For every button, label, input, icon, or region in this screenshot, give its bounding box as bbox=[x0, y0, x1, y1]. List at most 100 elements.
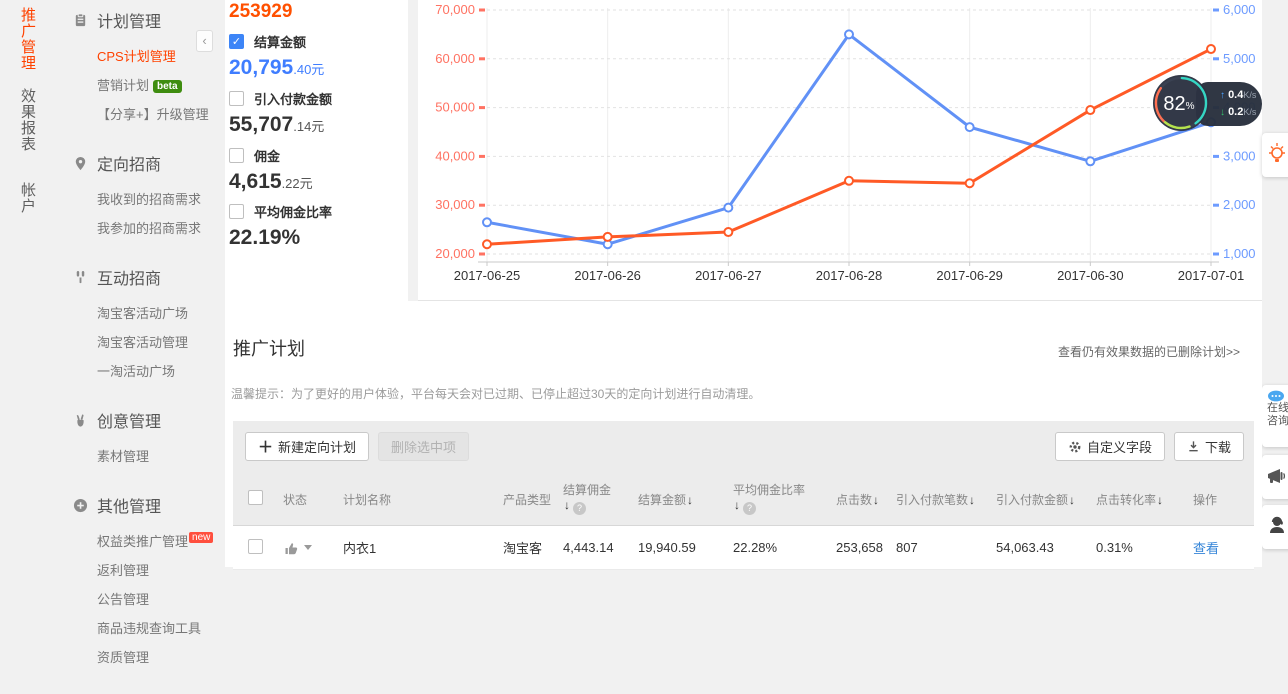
interact-icon bbox=[72, 269, 88, 285]
sidebar-item-announcement-manage[interactable]: 公告管理 bbox=[58, 584, 225, 613]
gear-icon bbox=[1069, 441, 1081, 452]
metric-value: 4,615 bbox=[229, 170, 282, 193]
metric-checkbox-pay-amount[interactable] bbox=[229, 91, 244, 106]
select-all-checkbox[interactable] bbox=[248, 490, 263, 505]
svg-text:1,000: 1,000 bbox=[1223, 246, 1256, 261]
col-cvr[interactable]: 点击转化率↓ bbox=[1096, 491, 1193, 508]
sidebar-group-other-header[interactable]: 其他管理 bbox=[58, 493, 225, 517]
svg-text:2017-06-30: 2017-06-30 bbox=[1057, 268, 1124, 283]
upload-arrow-icon: ↑ bbox=[1220, 90, 1225, 101]
svg-text:2017-06-27: 2017-06-27 bbox=[695, 268, 762, 283]
row-view-link[interactable]: 查看 bbox=[1193, 541, 1219, 556]
campaign-section: 推广计划 查看仍有效果数据的已删除计划>> 温馨提示：为了更好的用户体验，平台每… bbox=[225, 301, 1262, 570]
sort-desc-icon[interactable]: ↓ bbox=[564, 498, 570, 512]
sidebar-item-share-upgrade[interactable]: 【分享+】升级管理 bbox=[58, 99, 225, 128]
row-cvr: 0.31% bbox=[1096, 540, 1133, 555]
customer-service-button[interactable] bbox=[1262, 505, 1288, 549]
col-pay-orders[interactable]: 引入付款笔数↓ bbox=[896, 491, 996, 508]
col-avg-rate[interactable]: 平均佣金比率 ↓? bbox=[733, 483, 836, 515]
row-checkbox[interactable] bbox=[248, 538, 263, 554]
sidebar-item-rebate-manage[interactable]: 返利管理 bbox=[58, 555, 225, 584]
delete-selected-button[interactable]: 删除选中项 bbox=[378, 432, 470, 461]
performance-ring-widget[interactable]: 82% bbox=[1151, 73, 1211, 133]
metric-checkbox-commission[interactable] bbox=[229, 148, 244, 163]
sidebar-item-taoke-activity-manage[interactable]: 淘宝客活动管理 bbox=[58, 327, 225, 356]
help-icon[interactable]: ? bbox=[573, 502, 586, 515]
download-button[interactable]: 下载 bbox=[1173, 432, 1244, 461]
col-clicks[interactable]: 点击数↓ bbox=[836, 491, 896, 508]
sidebar-group-creative: 创意管理 素材管理 bbox=[58, 408, 225, 470]
sidebar-group-targeting-header[interactable]: 定向招商 bbox=[58, 151, 225, 175]
section-title: 推广计划 bbox=[233, 339, 305, 359]
sidebar-item-violation-query-tool[interactable]: 商品违规查询工具 bbox=[58, 613, 225, 642]
chat-cloud-icon bbox=[1268, 390, 1284, 402]
metric-checkbox-avg-rate[interactable] bbox=[229, 204, 244, 219]
sidebar-item-etao-activity-plaza[interactable]: 一淘活动广场 bbox=[58, 356, 225, 385]
row-plan-name[interactable]: 内衣1 bbox=[343, 538, 503, 557]
sidebar-item-taoke-activity-plaza[interactable]: 淘宝客活动广场 bbox=[58, 298, 225, 327]
sidebar-item-received-requests[interactable]: 我收到的招商需求 bbox=[58, 184, 225, 213]
help-icon[interactable]: ? bbox=[743, 502, 756, 515]
sidebar-group-targeting: 定向招商 我收到的招商需求 我参加的招商需求 bbox=[58, 151, 225, 242]
col-settle-commission[interactable]: 结算佣金 ↓? bbox=[563, 483, 638, 515]
deleted-plans-link[interactable]: 查看仍有效果数据的已删除计划>> bbox=[1058, 343, 1240, 360]
download-arrow-icon: ↓ bbox=[1220, 107, 1225, 118]
col-product-type[interactable]: 产品类型 bbox=[503, 491, 563, 508]
sort-desc-icon: ↓ bbox=[873, 492, 880, 507]
col-status[interactable]: 状态 bbox=[283, 491, 343, 508]
col-plan-name[interactable]: 计划名称 bbox=[343, 491, 503, 508]
svg-text:20,000: 20,000 bbox=[435, 246, 475, 261]
svg-text:50,000: 50,000 bbox=[435, 100, 475, 115]
sidebar-item-material-manage[interactable]: 素材管理 bbox=[58, 441, 225, 470]
col-settle-amount[interactable]: 结算金额↓ bbox=[638, 491, 733, 508]
thumb-up-icon bbox=[285, 542, 298, 554]
sidebar-item-marketing-plan[interactable]: 营销计划 beta bbox=[58, 70, 225, 99]
sidebar-item-rights-promotion[interactable]: 权益类推广管理 new bbox=[58, 526, 225, 555]
vnav-item-promotion[interactable]: 推广管理 bbox=[19, 7, 36, 71]
svg-text:40,000: 40,000 bbox=[435, 148, 475, 163]
download-speed: 0.2 bbox=[1228, 106, 1244, 118]
metric-checkbox-settle-amount[interactable]: ✓ bbox=[229, 34, 244, 49]
sidebar-group-plan-header[interactable]: 计划管理 bbox=[58, 8, 225, 32]
metric-pay-amount: 引入付款金额 55,707.14元 bbox=[229, 91, 333, 136]
svg-text:2017-06-29: 2017-06-29 bbox=[936, 268, 1003, 283]
row-product-type: 淘宝客 bbox=[503, 541, 543, 556]
metric-value: 55,707 bbox=[229, 113, 294, 136]
table-header-row: 状态 计划名称 产品类型 结算佣金 ↓? 结算金额↓ 平均佣金比率 ↓? 点击数… bbox=[233, 473, 1254, 526]
upload-speed: 0.4 bbox=[1228, 89, 1244, 101]
sidebar-item-qualification-manage[interactable]: 资质管理 bbox=[58, 642, 225, 671]
online-chat-label-line2: 咨询 bbox=[1267, 415, 1288, 427]
row-status-control[interactable] bbox=[283, 540, 343, 556]
col-action: 操作 bbox=[1193, 492, 1218, 507]
vnav-item-reports[interactable]: 效果报表 bbox=[19, 88, 36, 152]
sidebar-item-joined-requests[interactable]: 我参加的招商需求 bbox=[58, 213, 225, 242]
sidebar-group-creative-header[interactable]: 创意管理 bbox=[58, 408, 225, 432]
sort-desc-icon[interactable]: ↓ bbox=[734, 498, 740, 512]
new-badge: new bbox=[189, 532, 214, 543]
caret-down-icon bbox=[304, 545, 312, 550]
svg-text:5,000: 5,000 bbox=[1223, 51, 1256, 66]
tips-lightbulb-button[interactable] bbox=[1262, 133, 1288, 177]
svg-text:6,000: 6,000 bbox=[1223, 2, 1256, 17]
metric-commission: 佣金 4,615.22元 bbox=[229, 148, 313, 193]
col-pay-amount[interactable]: 引入付款金额↓ bbox=[996, 491, 1096, 508]
new-plan-button[interactable]: ＋新建定向计划 bbox=[245, 432, 370, 461]
metric-value: 20,795 bbox=[229, 56, 294, 79]
headset-person-icon bbox=[1270, 516, 1284, 533]
svg-text:2017-06-25: 2017-06-25 bbox=[454, 268, 521, 283]
online-chat-button[interactable]: 在线 咨询 bbox=[1262, 385, 1288, 447]
svg-text:30,000: 30,000 bbox=[435, 197, 475, 212]
online-chat-label-line1: 在线 bbox=[1267, 402, 1288, 414]
table-toolbar: ＋新建定向计划 删除选中项 自定义字段 下载 bbox=[233, 421, 1254, 473]
announcement-button[interactable] bbox=[1262, 455, 1288, 499]
trend-line-chart[interactable]: 20,0001,00030,0002,00040,0003,00050,0004… bbox=[418, 0, 1262, 301]
sidebar-collapse-button[interactable]: ‹ bbox=[196, 30, 213, 52]
metric-avg-commission-rate: 平均佣金比率 22.19% bbox=[229, 204, 333, 249]
row-settle-amount: 19,940.59 bbox=[638, 540, 696, 555]
custom-fields-button[interactable]: 自定义字段 bbox=[1054, 432, 1165, 461]
sidebar-group-other: 其他管理 权益类推广管理 new 返利管理 公告管理 商品违规查询工具 资质管理 bbox=[58, 493, 225, 671]
vnav-item-account[interactable]: 帐户 bbox=[19, 182, 36, 214]
svg-text:3,000: 3,000 bbox=[1223, 148, 1256, 163]
sidebar-group-interactive-header[interactable]: 互动招商 bbox=[58, 265, 225, 289]
sidebar-group-interactive: 互动招商 淘宝客活动广场 淘宝客活动管理 一淘活动广场 bbox=[58, 265, 225, 385]
